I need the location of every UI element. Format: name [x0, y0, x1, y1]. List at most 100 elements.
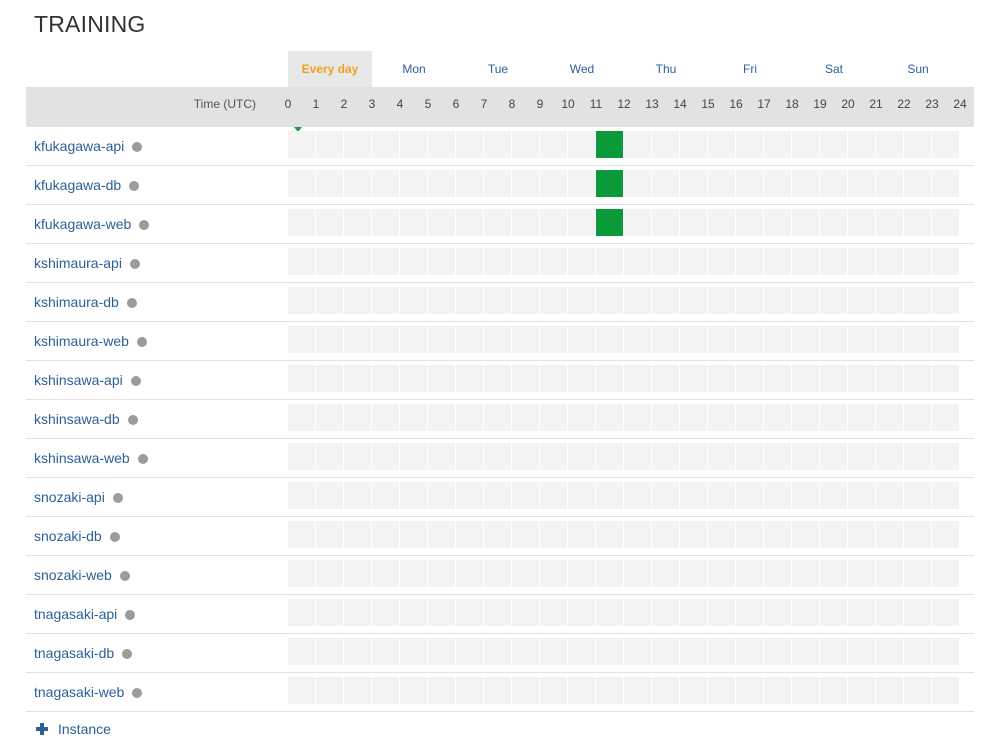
schedule-cell[interactable]	[484, 638, 511, 665]
schedule-cell[interactable]	[624, 677, 651, 704]
schedule-cell[interactable]	[596, 248, 623, 275]
schedule-cell[interactable]	[764, 677, 791, 704]
schedule-cell[interactable]	[876, 638, 903, 665]
schedule-cell[interactable]	[344, 599, 371, 626]
schedule-cell[interactable]	[456, 287, 483, 314]
schedule-cell[interactable]	[708, 482, 735, 509]
schedule-cell[interactable]	[876, 209, 903, 236]
schedule-cell[interactable]	[372, 248, 399, 275]
schedule-cell[interactable]	[288, 482, 315, 509]
schedule-cell[interactable]	[372, 560, 399, 587]
schedule-cell[interactable]	[680, 638, 707, 665]
schedule-cell[interactable]	[512, 287, 539, 314]
schedule-cell[interactable]	[904, 365, 931, 392]
schedule-cell[interactable]	[428, 482, 455, 509]
schedule-cell[interactable]	[372, 521, 399, 548]
tab-wed[interactable]: Wed	[540, 51, 624, 87]
schedule-cell[interactable]	[512, 209, 539, 236]
schedule-cell[interactable]	[904, 404, 931, 431]
schedule-cell[interactable]	[372, 443, 399, 470]
schedule-cell[interactable]	[708, 170, 735, 197]
schedule-cell[interactable]	[344, 560, 371, 587]
schedule-cell[interactable]	[904, 170, 931, 197]
schedule-cell[interactable]	[792, 170, 819, 197]
schedule-cell[interactable]	[428, 287, 455, 314]
schedule-cell[interactable]	[372, 599, 399, 626]
schedule-cell[interactable]	[512, 131, 539, 158]
schedule-cell[interactable]	[904, 209, 931, 236]
schedule-cell[interactable]	[792, 326, 819, 353]
schedule-cell[interactable]	[932, 326, 959, 353]
schedule-cell[interactable]	[708, 638, 735, 665]
schedule-cell[interactable]	[904, 521, 931, 548]
schedule-cell[interactable]	[288, 131, 315, 158]
schedule-cell[interactable]	[484, 677, 511, 704]
add-instance-button[interactable]: Instance	[36, 719, 111, 739]
schedule-cell[interactable]	[848, 365, 875, 392]
instance-link[interactable]: kfukagawa-db	[34, 166, 140, 204]
schedule-cell[interactable]	[848, 638, 875, 665]
schedule-cell[interactable]	[540, 326, 567, 353]
schedule-cell[interactable]	[736, 482, 763, 509]
schedule-cell[interactable]	[344, 287, 371, 314]
schedule-cell[interactable]	[344, 404, 371, 431]
schedule-cell[interactable]	[456, 248, 483, 275]
schedule-cell[interactable]	[820, 482, 847, 509]
schedule-cell[interactable]	[288, 638, 315, 665]
schedule-cell[interactable]	[652, 599, 679, 626]
schedule-cell[interactable]	[792, 443, 819, 470]
schedule-cell[interactable]	[568, 326, 595, 353]
schedule-cell[interactable]	[344, 482, 371, 509]
tab-fri[interactable]: Fri	[708, 51, 792, 87]
schedule-cell[interactable]	[652, 209, 679, 236]
instance-link[interactable]: kshinsawa-db	[34, 400, 138, 438]
schedule-cell[interactable]	[708, 326, 735, 353]
schedule-cell[interactable]	[848, 443, 875, 470]
schedule-cell[interactable]	[932, 443, 959, 470]
schedule-cell[interactable]	[680, 131, 707, 158]
schedule-cell[interactable]	[456, 326, 483, 353]
schedule-cell[interactable]	[904, 248, 931, 275]
schedule-cell[interactable]	[652, 677, 679, 704]
schedule-cell[interactable]	[512, 404, 539, 431]
schedule-cell[interactable]	[792, 638, 819, 665]
schedule-cell[interactable]	[792, 521, 819, 548]
schedule-cell[interactable]	[680, 404, 707, 431]
schedule-cell[interactable]	[624, 599, 651, 626]
schedule-cell[interactable]	[624, 521, 651, 548]
schedule-cell[interactable]	[568, 404, 595, 431]
schedule-cell[interactable]	[904, 326, 931, 353]
schedule-cell[interactable]	[876, 131, 903, 158]
instance-link[interactable]: kshimaura-api	[34, 244, 140, 282]
schedule-cell[interactable]	[456, 599, 483, 626]
schedule-cell[interactable]	[596, 638, 623, 665]
schedule-cell[interactable]	[596, 365, 623, 392]
schedule-cell[interactable]	[904, 677, 931, 704]
instance-link[interactable]: tnagasaki-db	[34, 634, 133, 672]
schedule-cell[interactable]	[484, 209, 511, 236]
schedule-cell[interactable]	[568, 131, 595, 158]
schedule-cell[interactable]	[792, 560, 819, 587]
schedule-cell[interactable]	[288, 404, 315, 431]
schedule-cell[interactable]	[736, 170, 763, 197]
schedule-cell[interactable]	[484, 443, 511, 470]
schedule-cell[interactable]	[484, 326, 511, 353]
schedule-cell[interactable]	[512, 170, 539, 197]
schedule-cell[interactable]	[400, 404, 427, 431]
schedule-cell[interactable]	[596, 521, 623, 548]
schedule-cell[interactable]	[932, 404, 959, 431]
schedule-cell[interactable]	[540, 482, 567, 509]
schedule-cell[interactable]	[820, 638, 847, 665]
instance-link[interactable]: kfukagawa-web	[34, 205, 150, 243]
schedule-cell[interactable]	[344, 638, 371, 665]
schedule-cell[interactable]	[400, 365, 427, 392]
schedule-cell[interactable]	[288, 287, 315, 314]
schedule-cell[interactable]	[736, 599, 763, 626]
schedule-cell[interactable]	[596, 677, 623, 704]
schedule-cell[interactable]	[568, 365, 595, 392]
schedule-cell[interactable]	[372, 638, 399, 665]
schedule-cell[interactable]	[624, 560, 651, 587]
schedule-cell[interactable]	[904, 638, 931, 665]
schedule-cell[interactable]	[540, 638, 567, 665]
schedule-cell[interactable]	[512, 248, 539, 275]
